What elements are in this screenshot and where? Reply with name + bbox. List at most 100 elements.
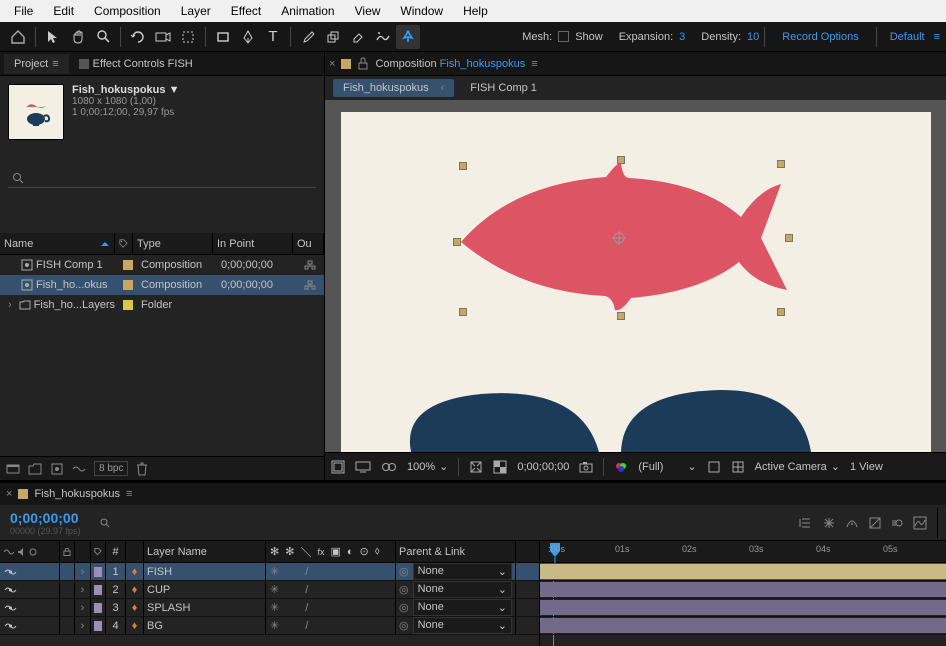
panel-menu-icon[interactable]: ≡ [52,58,58,70]
pen-tool-icon[interactable] [236,25,260,49]
menu-effect[interactable]: Effect [221,0,271,22]
mask-visibility-icon[interactable] [381,462,397,472]
views-dropdown[interactable]: 1 View [850,461,883,473]
parent-header[interactable]: Parent & Link [396,541,516,562]
menu-window[interactable]: Window [390,0,453,22]
eraser-tool-icon[interactable] [346,25,370,49]
col-type-header[interactable]: Type [137,238,161,250]
project-item[interactable]: Fish_ho...okusComposition0;00;00;00 [0,275,324,295]
breadcrumb-current[interactable]: Fish_hokuspokus‹ [333,79,454,97]
close-timeline-tab[interactable]: × [6,488,12,500]
pickwhip-icon[interactable]: ◎ [399,619,409,632]
parent-dropdown[interactable]: None⌄ [413,581,512,598]
timeline-panel-menu-icon[interactable]: ≡ [126,488,132,500]
pan-behind-icon[interactable] [176,25,200,49]
track-row[interactable] [540,581,946,599]
rectangle-tool-icon[interactable] [211,25,235,49]
col-tag-header[interactable] [115,233,133,254]
orbit-tool-icon[interactable] [126,25,150,49]
workspace-menu-icon[interactable]: ≡ [934,31,940,43]
layer-duration-bar[interactable] [540,564,946,579]
workspace-preset[interactable]: Default [890,31,925,43]
visibility-eye-icon[interactable] [3,601,17,615]
bpc-indicator[interactable]: 8 bpc [94,461,128,476]
transparency-grid-icon[interactable] [493,460,507,474]
layer-name-header[interactable]: Layer Name [144,541,266,562]
menu-layer[interactable]: Layer [171,0,221,22]
selection-handle[interactable] [617,312,625,320]
zoom-dropdown[interactable]: 100% ⌄ [407,460,448,473]
comp-mini-flowchart-icon[interactable] [799,516,813,530]
menu-animation[interactable]: Animation [271,0,344,22]
breadcrumb-nested[interactable]: FISH Comp 1 [460,79,547,97]
parent-dropdown[interactable]: None⌄ [413,563,512,580]
project-item[interactable]: ›Fish_ho...LayersFolder [0,295,324,315]
camera-dropdown[interactable]: Active Camera ⌄ [755,460,840,473]
layer-row[interactable]: ›1♦FISH✳/◎None⌄ [0,563,539,581]
layer-duration-bar[interactable] [540,618,946,633]
project-settings-icon[interactable] [72,464,86,474]
project-comp-name[interactable]: Fish_hokuspokus ▼ [72,84,179,96]
grid-icon[interactable] [731,460,745,474]
magnify-icon[interactable] [331,460,345,474]
resolution-dropdown[interactable]: (Full) ⌄ [638,460,696,473]
home-icon[interactable] [6,25,30,49]
track-row[interactable] [540,617,946,635]
menu-view[interactable]: View [345,0,391,22]
time-ruler[interactable]: :00s01s02s03s04s05s06 [540,541,946,563]
track-row[interactable] [540,599,946,617]
camera-tool-icon[interactable] [151,25,175,49]
project-item[interactable]: FISH Comp 1Composition0;00;00;00 [0,255,324,275]
comp-tab-label[interactable]: Composition Fish_hokuspokus [375,58,525,70]
col-out-header[interactable]: Ou [297,238,312,250]
selection-handle[interactable] [459,308,467,316]
new-folder-icon[interactable] [28,463,42,475]
layer-row[interactable]: ›2♦CUP✳/◎None⌄ [0,581,539,599]
type-tool-icon[interactable]: T [261,25,285,49]
timeline-tab-name[interactable]: Fish_hokuspokus [34,488,120,500]
parent-dropdown[interactable]: None⌄ [413,617,512,634]
selection-handle[interactable] [777,308,785,316]
visibility-eye-icon[interactable] [3,583,17,597]
draft3d-icon[interactable] [823,517,835,529]
col-in-header[interactable]: In Point [217,238,254,250]
layer-duration-bar[interactable] [540,582,946,597]
lock-icon[interactable] [357,57,369,71]
composition-canvas[interactable] [341,112,931,452]
hand-tool-icon[interactable] [66,25,90,49]
col-name-header[interactable]: Name [4,238,33,250]
close-tab-button[interactable]: × [329,58,335,70]
selection-handle[interactable] [785,234,793,242]
interpret-footage-icon[interactable] [6,462,20,476]
region-icon[interactable] [707,460,721,474]
motion-blur-icon[interactable] [891,517,903,529]
menu-composition[interactable]: Composition [84,0,171,22]
pickwhip-icon[interactable]: ◎ [399,565,409,578]
layer-row[interactable]: ›3♦SPLASH✳/◎None⌄ [0,599,539,617]
puppet-tool-icon[interactable] [396,25,420,49]
effect-controls-tab[interactable]: Effect Controls FISH [69,54,203,74]
layer-row[interactable]: ›4♦BG✳/◎None⌄ [0,617,539,635]
mesh-show-checkbox[interactable] [558,31,569,42]
resolution-icon[interactable] [469,460,483,474]
selection-tool-icon[interactable] [41,25,65,49]
frame-blend-icon[interactable] [869,517,881,529]
new-comp-icon[interactable] [50,462,64,476]
selection-handle[interactable] [777,160,785,168]
current-time-code[interactable]: 0;00;00;00 [10,510,81,526]
parent-dropdown[interactable]: None⌄ [413,599,512,616]
current-time-display[interactable]: 0;00;00;00 [517,461,569,473]
menu-help[interactable]: Help [453,0,498,22]
track-row[interactable] [540,563,946,581]
clone-tool-icon[interactable] [321,25,345,49]
selection-handle[interactable] [617,156,625,164]
zoom-tool-icon[interactable] [91,25,115,49]
record-options-button[interactable]: Record Options [782,31,858,43]
screen-icon[interactable] [355,461,371,473]
expansion-value[interactable]: 3 [679,31,685,43]
menu-edit[interactable]: Edit [43,0,84,22]
selection-handle[interactable] [459,162,467,170]
anchor-point-icon[interactable] [611,230,627,246]
channel-icon[interactable] [614,460,628,474]
pickwhip-icon[interactable]: ◎ [399,601,409,614]
